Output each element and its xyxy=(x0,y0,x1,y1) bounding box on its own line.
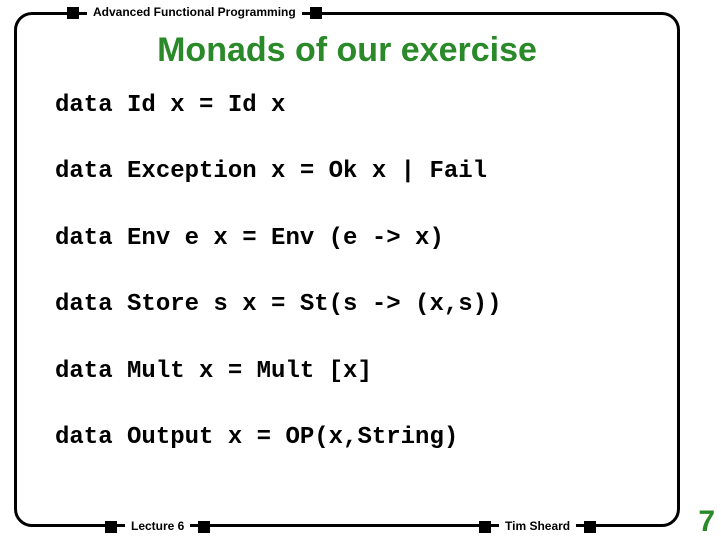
page-number: 7 xyxy=(698,505,715,539)
code-line: data Mult x = Mult [x] xyxy=(55,359,657,385)
code-line: data Store s x = St(s -> (x,s)) xyxy=(55,292,657,318)
code-line: data Output x = OP(x,String) xyxy=(55,425,657,451)
code-line: data Exception x = Ok x | Fail xyxy=(55,159,657,185)
lecture-label: Lecture 6 xyxy=(125,519,190,533)
slide-title: Monads of our exercise xyxy=(17,31,677,70)
slide-frame: Advanced Functional Programming Monads o… xyxy=(14,12,680,527)
slide-content: data Id x = Id x data Exception x = Ok x… xyxy=(55,93,657,491)
code-line: data Env e x = Env (e -> x) xyxy=(55,226,657,252)
code-line: data Id x = Id x xyxy=(55,93,657,119)
author-label: Tim Sheard xyxy=(499,519,576,533)
course-header: Advanced Functional Programming xyxy=(87,5,302,19)
